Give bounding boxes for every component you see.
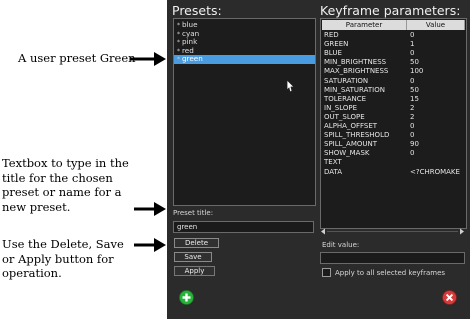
mouse-cursor-icon [286,79,295,93]
table-horizontal-scrollbar[interactable] [320,228,465,235]
param-value: 15 [410,94,419,103]
presets-list[interactable]: * blue * cyan * pink * red * green [173,18,316,206]
param-value: 0 [410,76,415,85]
scroll-left-icon[interactable] [321,228,325,235]
param-name: IN_SLOPE [324,103,358,112]
param-value: 50 [410,85,419,94]
column-header-value[interactable]: Value [407,20,465,30]
x-circle-icon[interactable] [442,290,457,305]
table-row[interactable]: SATURATION 0 [324,77,464,86]
param-value: 1 [410,40,415,49]
table-row[interactable]: SPILL_THRESHOLD 0 [324,131,464,140]
table-row[interactable]: GREEN 1 [324,40,464,49]
table-row[interactable]: TOLERANCE 15 [324,95,464,104]
table-row[interactable]: RED 0 [324,31,464,40]
param-name: RED [324,31,339,39]
save-button[interactable]: Save [174,252,212,262]
param-name: ALPHA_OFFSET [324,122,378,130]
arrow-user-preset [130,52,166,66]
edit-value-label: Edit value: [322,241,360,249]
table-row[interactable]: SHOW_MASK 0 [324,149,464,158]
param-name: BLUE [324,49,342,58]
param-value: 0 [410,149,415,158]
annotation-user-preset: A user preset Green [18,51,136,65]
table-row[interactable]: BLUE 0 [324,49,464,58]
apply-all-checkbox[interactable] [322,268,331,277]
param-name: SPILL_THRESHOLD [324,131,390,140]
param-value: 90 [410,140,419,149]
table-row[interactable]: MIN_BRIGHTNESS 50 [324,58,464,67]
table-row[interactable]: ALPHA_OFFSET 0 [324,122,464,131]
param-name: MAX_BRIGHTNESS [324,67,389,76]
param-name: MIN_SATURATION [324,85,385,94]
apply-all-label: Apply to all selected keyframes [335,269,446,277]
preset-item-green[interactable]: * green [174,55,315,64]
param-value: 0 [410,31,415,39]
param-name: MIN_BRIGHTNESS [324,58,387,67]
param-value: 50 [410,58,419,67]
arrow-buttons [134,238,166,252]
table-row[interactable]: OUT_SLOPE 2 [324,113,464,122]
param-value: 0 [410,131,415,140]
keyframe-title: Keyframe parameters: [320,3,461,18]
table-row[interactable]: MIN_SATURATION 50 [324,86,464,95]
table-row[interactable]: DATA <?CHROMAKE [324,168,464,177]
param-name: SHOW_MASK [324,149,370,158]
preset-panel: Presets: Keyframe parameters: * blue * cya… [167,0,470,319]
param-name: OUT_SLOPE [324,112,365,121]
column-header-parameter[interactable]: Parameter [322,20,407,30]
param-value: 0 [410,49,415,58]
keyframe-parameters-table[interactable]: Parameter Value RED 0 GREEN 1 BLUE 0 MIN_BR… [320,18,467,229]
param-name: TOLERANCE [324,94,367,103]
plus-circle-icon[interactable] [179,290,194,305]
arrow-textbox [134,202,166,216]
annotation-textbox: Textbox to type in the title for the cho… [2,156,129,214]
param-value: <?CHROMAKE [410,167,460,176]
param-name: TEXT [324,158,342,167]
param-name: SPILL_AMOUNT [324,140,378,149]
edit-value-input[interactable] [320,252,465,264]
param-value: 2 [410,103,415,112]
param-value: 2 [410,112,415,121]
preset-title-label: Preset title: [173,209,214,217]
param-name: GREEN [324,40,349,49]
param-value: 100 [410,67,424,76]
param-name: DATA [324,167,343,176]
table-row[interactable]: TEXT [324,158,464,167]
delete-button[interactable]: Delete [174,238,219,248]
scroll-right-icon[interactable] [460,228,464,235]
apply-button[interactable]: Apply [174,266,215,276]
preset-item-pink[interactable]: * pink [174,37,315,47]
annotation-buttons: Use the Delete, Save or Apply button for… [2,237,124,280]
preset-item-label: green [182,54,203,64]
table-row[interactable]: SPILL_AMOUNT 90 [324,140,464,149]
preset-title-input[interactable]: green [173,221,314,233]
table-row[interactable]: MAX_BRIGHTNESS 100 [324,67,464,76]
presets-title: Presets: [172,3,222,18]
param-name: SATURATION [324,76,369,85]
param-value: 0 [410,122,415,130]
table-row[interactable]: IN_SLOPE 2 [324,104,464,113]
